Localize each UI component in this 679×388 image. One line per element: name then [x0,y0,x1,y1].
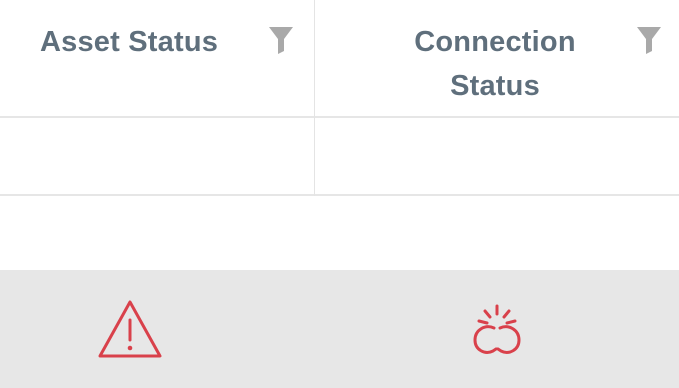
table-row[interactable] [0,118,679,196]
column-header-asset-status[interactable]: Asset Status [0,0,314,116]
asset-status-cell[interactable] [0,270,314,388]
column-header-label: Asset Status [40,26,219,58]
column-header-label-line: Connection Status [414,26,576,102]
connection-status-cell[interactable] [315,270,679,388]
table-row[interactable] [0,198,679,270]
broken-link-icon [473,304,521,354]
column-divider [314,0,315,196]
column-header-label: Connection Status [405,20,585,108]
status-table: Asset Status Connection Status [0,0,679,388]
filter-icon[interactable] [268,25,294,55]
column-header-connection-status[interactable]: Connection Status [315,0,679,116]
table-row[interactable] [0,270,679,388]
table-header: Asset Status Connection Status [0,0,679,118]
warning-icon [98,300,162,358]
filter-icon[interactable] [636,25,662,55]
